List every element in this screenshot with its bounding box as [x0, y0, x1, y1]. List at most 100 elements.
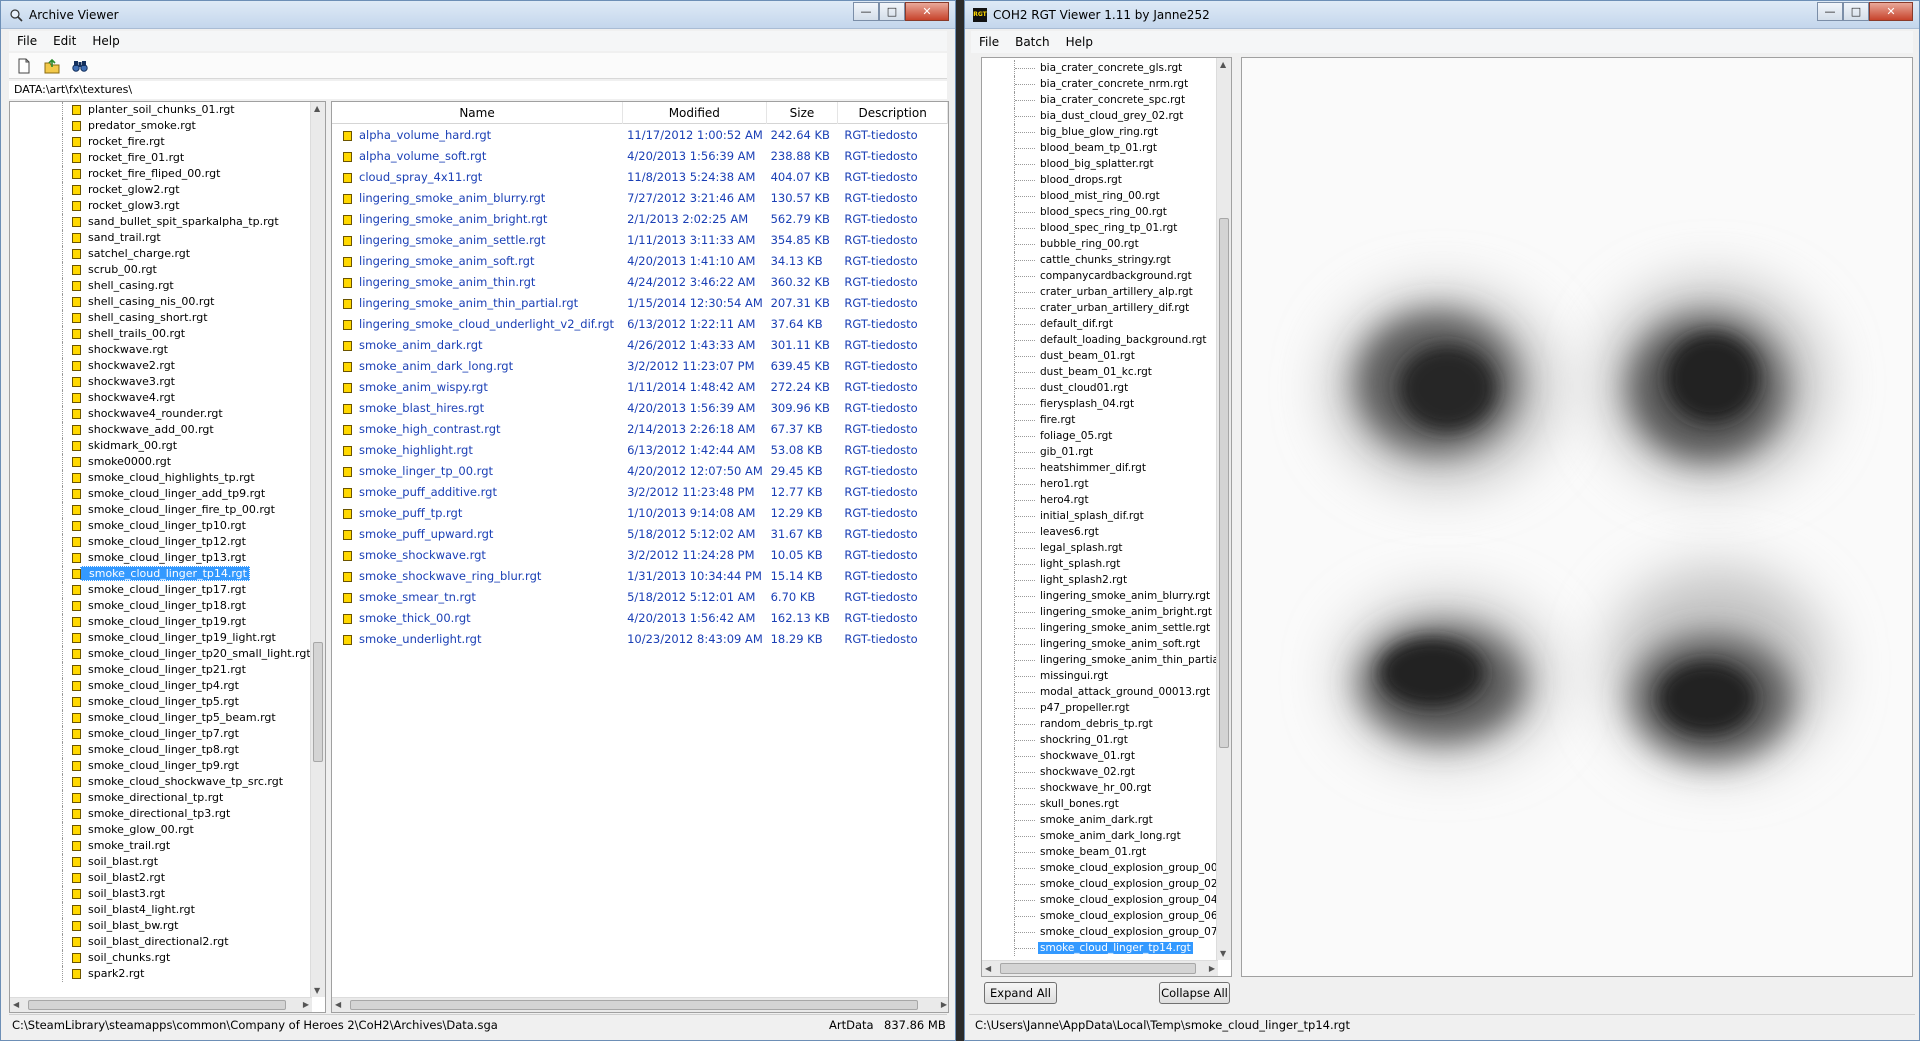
rgt-tree-vertical-scrollbar[interactable]: ▲ ▼: [1216, 58, 1231, 960]
rgt-tree-item[interactable]: dust_beam_01_kc.rgt: [982, 364, 1217, 380]
expand-all-button[interactable]: Expand All: [984, 982, 1057, 1004]
tree-item[interactable]: smoke_cloud_linger_tp19.rgt: [10, 614, 312, 630]
rgt-tree-item[interactable]: fierysplash_04.rgt: [982, 396, 1217, 412]
rgt-viewer-titlebar[interactable]: RGT COH2 RGT Viewer 1.11 by Janne252 — □…: [965, 1, 1919, 29]
tree-item[interactable]: smoke_cloud_linger_tp20_small_light.rgt: [10, 646, 312, 662]
tree-item[interactable]: smoke_directional_tp.rgt: [10, 790, 312, 806]
tree-item[interactable]: shockwave4.rgt: [10, 390, 312, 406]
menu-help[interactable]: Help: [1058, 32, 1101, 52]
scroll-thumb[interactable]: [28, 1000, 286, 1010]
close-button[interactable]: ✕: [1869, 2, 1913, 21]
rgt-tree-item[interactable]: gib_01.rgt: [982, 444, 1217, 460]
rgt-tree-item[interactable]: companycardbackground.rgt: [982, 268, 1217, 284]
scroll-up-arrow-icon[interactable]: ▲: [314, 104, 320, 113]
menu-batch[interactable]: Batch: [1007, 32, 1058, 52]
rgt-tree-item[interactable]: smoke_anim_dark.rgt: [982, 812, 1217, 828]
tree-horizontal-scrollbar[interactable]: ◀ ▶: [10, 997, 312, 1012]
file-row[interactable]: lingering_smoke_anim_thin.rgt 4/24/2012 3…: [332, 271, 948, 292]
tree-item[interactable]: smoke_trail.rgt: [10, 838, 312, 854]
tree-item[interactable]: predator_smoke.rgt: [10, 118, 312, 134]
scroll-thumb[interactable]: [1219, 218, 1229, 748]
column-header-name[interactable]: Name: [332, 102, 624, 124]
scroll-thumb[interactable]: [1000, 963, 1196, 974]
rgt-tree-item[interactable]: bia_dust_cloud_grey_02.rgt: [982, 108, 1217, 124]
rgt-tree-item[interactable]: blood_drops.rgt: [982, 172, 1217, 188]
rgt-tree-item[interactable]: bubble_ring_00.rgt: [982, 236, 1217, 252]
tree-item[interactable]: rocket_fire.rgt: [10, 134, 312, 150]
tree-item[interactable]: rocket_fire_fliped_00.rgt: [10, 166, 312, 182]
close-button[interactable]: ✕: [905, 2, 949, 21]
file-row[interactable]: lingering_smoke_anim_blurry.rgt 7/27/2012…: [332, 187, 948, 208]
tree-item[interactable]: shell_casing_nis_00.rgt: [10, 294, 312, 310]
tree-item[interactable]: smoke_cloud_linger_tp17.rgt: [10, 582, 312, 598]
file-row[interactable]: lingering_smoke_anim_bright.rgt 2/1/2013 …: [332, 208, 948, 229]
rgt-tree-item[interactable]: modal_attack_ground_00013.rgt: [982, 684, 1217, 700]
rgt-tree-item[interactable]: default_loading_background.rgt: [982, 332, 1217, 348]
minimize-button[interactable]: —: [1817, 2, 1843, 21]
tree-item[interactable]: soil_blast_directional2.rgt: [10, 934, 312, 950]
file-row[interactable]: smoke_shockwave_ring_blur.rgt 1/31/2013 1…: [332, 565, 948, 586]
rgt-tree-item[interactable]: smoke_cloud_explosion_group_02.rgt: [982, 876, 1217, 892]
maximize-button[interactable]: □: [879, 2, 905, 21]
rgt-file-tree[interactable]: bia_crater_concrete_gls.rgt bia_crater_co…: [981, 57, 1232, 977]
tree-vertical-scrollbar[interactable]: ▲ ▼: [310, 102, 325, 997]
rgt-tree-item[interactable]: blood_beam_tp_01.rgt: [982, 140, 1217, 156]
collapse-all-button[interactable]: Collapse All: [1159, 982, 1230, 1004]
column-header-size[interactable]: Size: [767, 102, 839, 124]
scroll-right-arrow-icon[interactable]: ▶: [303, 1000, 309, 1009]
path-field[interactable]: DATA:\art\fx\textures\: [9, 81, 947, 99]
rgt-tree-item[interactable]: missingui.rgt: [982, 668, 1217, 684]
tree-item[interactable]: rocket_fire_01.rgt: [10, 150, 312, 166]
scroll-left-arrow-icon[interactable]: ◀: [985, 964, 991, 973]
tree-item[interactable]: smoke_glow_00.rgt: [10, 822, 312, 838]
file-row[interactable]: smoke_puff_upward.rgt 5/18/2012 5:12:02 A…: [332, 523, 948, 544]
tree-item[interactable]: spark2.rgt: [10, 966, 312, 982]
file-row[interactable]: smoke_underlight.rgt 10/23/2012 8:43:09 A…: [332, 628, 948, 649]
tree-item[interactable]: smoke_cloud_highlights_tp.rgt: [10, 470, 312, 486]
tree-item[interactable]: soil_blast4_light.rgt: [10, 902, 312, 918]
rgt-tree-item[interactable]: random_debris_tp.rgt: [982, 716, 1217, 732]
tree-item[interactable]: skidmark_00.rgt: [10, 438, 312, 454]
tree-item[interactable]: smoke_cloud_linger_tp4.rgt: [10, 678, 312, 694]
file-row[interactable]: lingering_smoke_anim_soft.rgt 4/20/2013 1…: [332, 250, 948, 271]
tree-item[interactable]: smoke_cloud_linger_tp7.rgt: [10, 726, 312, 742]
scroll-thumb[interactable]: [350, 1000, 918, 1010]
rgt-tree-item[interactable]: smoke_beam_01.rgt: [982, 844, 1217, 860]
rgt-tree-item[interactable]: hero4.rgt: [982, 492, 1217, 508]
rgt-tree-item[interactable]: shockwave_02.rgt: [982, 764, 1217, 780]
list-horizontal-scrollbar[interactable]: ◀ ▶: [332, 997, 948, 1012]
column-header-modified[interactable]: Modified: [623, 102, 767, 124]
tree-item[interactable]: smoke_cloud_linger_tp5.rgt: [10, 694, 312, 710]
menu-help[interactable]: Help: [84, 31, 127, 51]
rgt-tree-item[interactable]: shockwave_hr_00.rgt: [982, 780, 1217, 796]
tree-item[interactable]: smoke_cloud_linger_tp9.rgt: [10, 758, 312, 774]
file-row[interactable]: lingering_smoke_anim_thin_partial.rgt 1/1…: [332, 292, 948, 313]
rgt-tree-item[interactable]: shockwave_01.rgt: [982, 748, 1217, 764]
file-row[interactable]: smoke_smear_tn.rgt 5/18/2012 5:12:01 AM 6.…: [332, 586, 948, 607]
tree-item[interactable]: smoke_directional_tp3.rgt: [10, 806, 312, 822]
scroll-right-arrow-icon[interactable]: ▶: [1209, 964, 1215, 973]
scroll-thumb[interactable]: [313, 642, 323, 762]
rgt-tree-item[interactable]: heatshimmer_dif.rgt: [982, 460, 1217, 476]
tree-item[interactable]: shell_trails_00.rgt: [10, 326, 312, 342]
tree-item[interactable]: shockwave_add_00.rgt: [10, 422, 312, 438]
rgt-tree-item[interactable]: skull_bones.rgt: [982, 796, 1217, 812]
file-row[interactable]: smoke_linger_tp_00.rgt 4/20/2012 12:07:50…: [332, 460, 948, 481]
file-row[interactable]: smoke_highlight.rgt 6/13/2012 1:42:44 AM 5…: [332, 439, 948, 460]
file-row[interactable]: smoke_anim_dark.rgt 4/26/2012 1:43:33 AM 3…: [332, 334, 948, 355]
rgt-tree-item[interactable]: blood_mist_ring_00.rgt: [982, 188, 1217, 204]
rgt-tree-item[interactable]: smoke_cloud_linger_tp14.rgt: [982, 940, 1217, 956]
tree-item[interactable]: soil_blast_bw.rgt: [10, 918, 312, 934]
tree-item[interactable]: smoke_cloud_linger_tp13.rgt: [10, 550, 312, 566]
maximize-button[interactable]: □: [1843, 2, 1869, 21]
file-row[interactable]: lingering_smoke_anim_settle.rgt 1/11/2013…: [332, 229, 948, 250]
file-row[interactable]: lingering_smoke_cloud_underlight_v2_dif.…: [332, 313, 948, 334]
tree-item[interactable]: rocket_glow3.rgt: [10, 198, 312, 214]
tree-item[interactable]: sand_trail.rgt: [10, 230, 312, 246]
file-row[interactable]: smoke_thick_00.rgt 4/20/2013 1:56:42 AM 16…: [332, 607, 948, 628]
file-row[interactable]: alpha_volume_soft.rgt 4/20/2013 1:56:39 A…: [332, 145, 948, 166]
rgt-tree-item[interactable]: legal_splash.rgt: [982, 540, 1217, 556]
rgt-tree-item[interactable]: default_dif.rgt: [982, 316, 1217, 332]
file-row[interactable]: alpha_volume_hard.rgt 11/17/2012 1:00:52 …: [332, 124, 948, 145]
rgt-tree-item[interactable]: lingering_smoke_anim_thin_partial.rgt: [982, 652, 1217, 668]
